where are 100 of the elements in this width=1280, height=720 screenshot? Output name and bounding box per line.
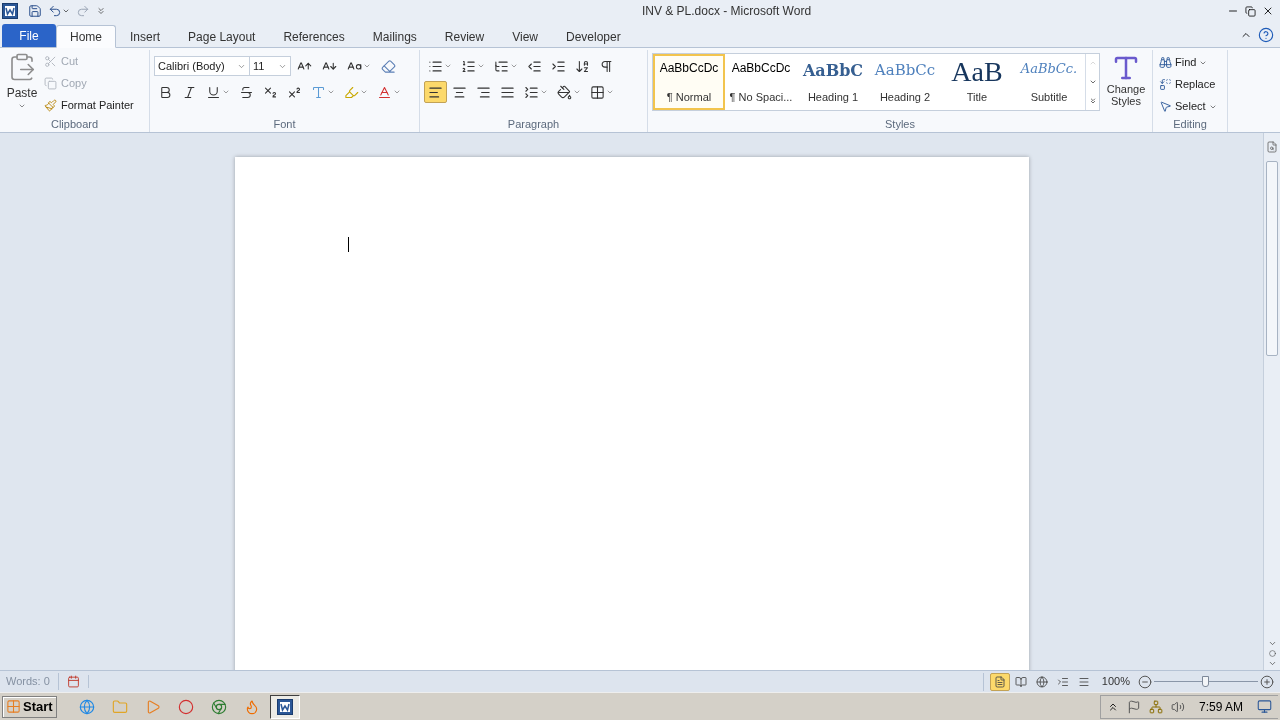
print-view-button[interactable] xyxy=(989,672,1010,691)
more-icon xyxy=(1088,96,1097,105)
restore-icon xyxy=(1245,5,1256,17)
italic-icon xyxy=(182,84,197,100)
underline-icon xyxy=(206,84,221,100)
multilevel-list-icon xyxy=(494,58,509,74)
lines-icon xyxy=(1077,675,1090,688)
chrome-icon xyxy=(210,698,227,715)
style-gallery-item[interactable]: AaBbC Heading 1 xyxy=(797,54,869,110)
ring-icon xyxy=(177,698,194,715)
next-page-icon xyxy=(1267,659,1277,668)
align-left-button[interactable] xyxy=(424,81,447,103)
clock: 7:59 AM xyxy=(1198,698,1243,716)
save-button[interactable] xyxy=(28,4,42,18)
ribbon-tab[interactable]: References xyxy=(269,25,359,48)
ribbon-tab[interactable]: Insert xyxy=(116,25,175,48)
replace-button[interactable]: Replace xyxy=(1159,75,1221,94)
caret-icon xyxy=(360,88,368,96)
zoom-in-button[interactable] xyxy=(1260,674,1274,689)
group-label: Editing xyxy=(1173,116,1207,132)
align-left-icon xyxy=(428,84,443,100)
group-label: Paragraph xyxy=(507,116,560,132)
strikethrough-icon xyxy=(239,84,254,100)
ribbon-tab[interactable]: View xyxy=(498,25,552,48)
help-icon xyxy=(1258,27,1274,43)
align-center-icon xyxy=(452,84,467,100)
decrease-indent-icon xyxy=(527,58,542,74)
caret-icon xyxy=(540,88,548,96)
caret-icon xyxy=(96,6,106,16)
caret-icon xyxy=(606,88,614,96)
zoom-level[interactable]: 100% xyxy=(1101,673,1130,690)
paint-bucket-icon xyxy=(557,84,572,100)
style-gallery-item[interactable]: AaBbCc. Subtitle xyxy=(1013,54,1085,110)
select-button[interactable]: Select xyxy=(1159,97,1221,116)
line-spacing-icon xyxy=(524,84,539,100)
file-tab[interactable]: File xyxy=(2,24,56,47)
zoom-out-button[interactable] xyxy=(1138,674,1152,689)
superscript-icon xyxy=(287,84,302,100)
word-icon xyxy=(276,698,293,715)
zoom-slider[interactable] xyxy=(1154,674,1258,689)
align-right-icon xyxy=(476,84,491,100)
folder-icon xyxy=(111,698,128,715)
ribbon-tab[interactable]: Home xyxy=(56,25,116,48)
restore-button[interactable] xyxy=(1245,5,1256,17)
close-icon xyxy=(1262,5,1274,17)
flag-icon xyxy=(1126,699,1141,714)
globe-icon xyxy=(1035,675,1048,688)
word-logo-icon xyxy=(2,3,18,19)
caret-icon xyxy=(444,62,452,70)
font-color-icon xyxy=(377,84,392,100)
font-size-field[interactable]: 11 xyxy=(249,56,291,76)
start-button[interactable]: Start xyxy=(2,695,57,718)
caret-icon xyxy=(222,88,230,96)
ribbon-tab[interactable]: Mailings xyxy=(358,25,431,48)
caret-icon xyxy=(477,62,485,70)
close-button[interactable] xyxy=(1262,5,1274,17)
numbered-list-icon xyxy=(461,58,476,74)
caret-icon xyxy=(363,62,371,70)
caret-icon xyxy=(393,88,401,96)
undo-button[interactable] xyxy=(48,4,70,18)
save-icon xyxy=(28,4,42,18)
font-name-field[interactable]: Calibri (Body) xyxy=(154,56,250,76)
change-styles-button[interactable]: Change Styles xyxy=(1104,53,1148,107)
globe-icon xyxy=(78,698,95,715)
style-gallery-item[interactable]: AaB Title xyxy=(941,54,1013,110)
minus-icon xyxy=(1138,674,1152,689)
paste-button[interactable]: Paste xyxy=(4,50,40,115)
word-taskbar-button[interactable] xyxy=(269,694,300,719)
pilcrow-icon xyxy=(599,58,614,74)
eraser-icon xyxy=(381,58,396,74)
redo-icon xyxy=(76,4,90,18)
windows-logo-icon xyxy=(6,699,21,714)
network-icon xyxy=(1148,699,1163,714)
vertical-scrollbar[interactable] xyxy=(1263,133,1280,670)
style-gallery-item[interactable]: AaBbCcDc ¶ Normal xyxy=(653,54,725,110)
style-gallery-item[interactable]: AaBbCcDc ¶ No Spaci... xyxy=(725,54,797,110)
browse-object-icon xyxy=(1268,650,1276,657)
subscript-icon xyxy=(263,84,278,100)
bold-icon xyxy=(158,84,173,100)
binoculars-icon xyxy=(1159,56,1172,69)
style-gallery-item[interactable]: AaBbCc Heading 2 xyxy=(869,54,941,110)
bullet-list-icon xyxy=(428,58,443,74)
outline-icon xyxy=(1056,675,1069,688)
pointer-icon xyxy=(1159,100,1172,113)
caret-icon xyxy=(62,7,70,15)
scroll-thumb[interactable] xyxy=(1266,161,1278,356)
text-cursor xyxy=(347,237,349,252)
scroll-down-icon xyxy=(1267,639,1277,648)
increase-indent-icon xyxy=(551,58,566,74)
find-button[interactable]: Find xyxy=(1159,53,1221,72)
help-button[interactable] xyxy=(1258,27,1274,43)
zoom-thumb[interactable] xyxy=(1202,676,1209,687)
ribbon-tab[interactable]: Developer xyxy=(551,25,635,48)
page-icon xyxy=(993,675,1006,688)
ribbon-tab[interactable]: Review xyxy=(430,25,499,48)
format-painter-button[interactable]: Format Painter xyxy=(44,96,134,115)
sort-icon xyxy=(575,58,590,74)
caret-icon xyxy=(18,102,26,110)
scissors-icon xyxy=(44,55,57,68)
ribbon-tab[interactable]: Page Layout xyxy=(174,25,270,48)
